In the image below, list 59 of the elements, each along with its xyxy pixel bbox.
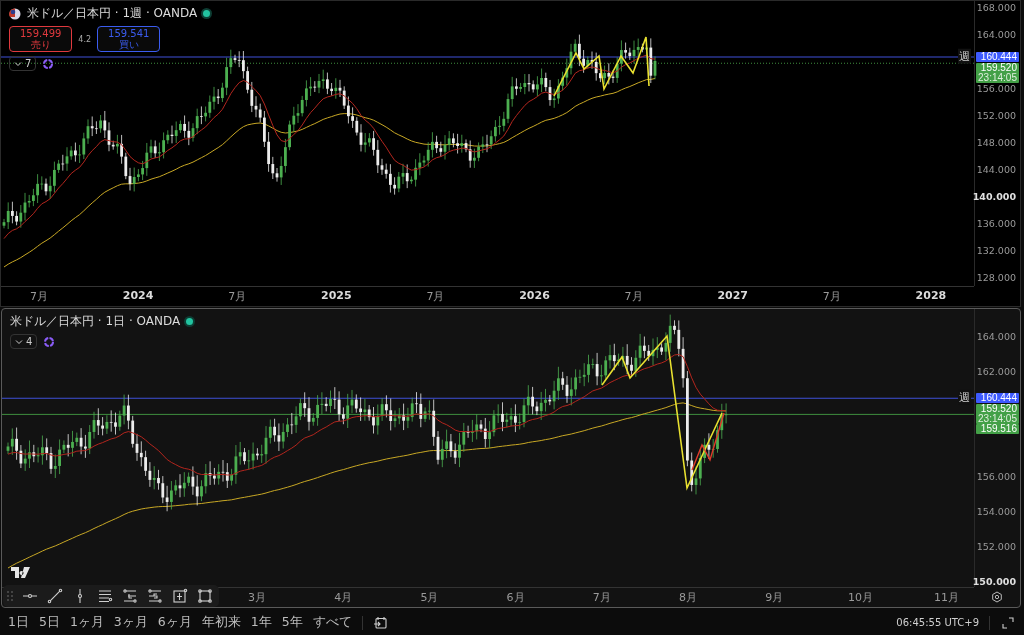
indicators-toggle[interactable]: 4 (10, 334, 38, 349)
time-label: 9月 (765, 590, 784, 605)
time-label: 7月 (822, 289, 841, 304)
price-tick: 144.000 (976, 163, 1016, 175)
range-button[interactable]: 5年 (281, 614, 303, 631)
indicators-toggle[interactable]: 7 (9, 56, 37, 71)
time-label: 7月 (624, 289, 643, 304)
range-button[interactable]: 1年 (250, 614, 272, 631)
time-label: 2024 (122, 289, 154, 302)
clock-text: 06:45:55 UTC+9 (896, 617, 979, 628)
price-tick: 164.000 (976, 28, 1016, 40)
price-tick: 168.000 (976, 1, 1016, 13)
time-label: 2026 (519, 289, 550, 302)
range-button[interactable]: 6ヶ月 (157, 614, 192, 631)
time-label: 5月 (420, 590, 439, 605)
last-price-badge: 159.520 23:14:05 (976, 63, 1019, 83)
price-tick: 156.000 (976, 470, 1016, 482)
bid-price-badge: 159.516 (976, 424, 1019, 435)
price-tick: 152.000 (976, 109, 1016, 121)
price-tick: 128.000 (976, 271, 1016, 283)
time-label: 10月 (847, 590, 873, 605)
price-tick: 164.000 (976, 330, 1016, 342)
time-label: 7月 (30, 289, 48, 304)
time-label: 2027 (717, 289, 748, 302)
alert-price-badge: 160.444 (976, 393, 1019, 404)
time-label: 2028 (915, 289, 947, 302)
price-tick: 152.000 (976, 540, 1016, 552)
line-tag: 週 (958, 48, 971, 64)
alert-price-badge: 160.444 (976, 52, 1019, 62)
time-label: 3月 (248, 590, 266, 605)
range-button[interactable]: すべて (312, 614, 352, 631)
price-tick: 162.000 (976, 365, 1016, 377)
price-tick: 132.000 (976, 244, 1016, 256)
buy-button[interactable]: 159.541 買い (97, 26, 161, 52)
price-tick: 154.000 (976, 505, 1016, 517)
range-button[interactable]: 1ヶ月 (69, 614, 104, 631)
range-button[interactable]: 1日 (8, 614, 29, 631)
chart-title: 米ドル／日本円 · 1週 · OANDA (27, 5, 198, 22)
line-tag: 週 (958, 389, 971, 405)
price-tick: 136.000 (976, 217, 1016, 229)
last-price-badge: 159.520 23:14:05 (976, 404, 1019, 425)
time-label: 8月 (679, 590, 697, 605)
range-button[interactable]: 年初来 (201, 614, 241, 631)
range-button[interactable]: 3ヶ月 (113, 614, 148, 631)
time-label: 4月 (334, 590, 353, 605)
time-label: 7月 (228, 289, 247, 304)
time-label: 11月 (934, 590, 960, 605)
chart-title: 米ドル／日本円 · 1日 · OANDA (10, 313, 181, 330)
price-tick: 148.000 (976, 136, 1016, 148)
range-button[interactable]: 5日 (38, 614, 60, 631)
price-tick: 140.000 (972, 190, 1016, 202)
spread-value: 4.2 (78, 34, 92, 44)
time-label: 7月 (592, 590, 611, 605)
time-label: 2025 (321, 289, 352, 302)
price-tick: 156.000 (976, 82, 1016, 94)
time-label: 7月 (426, 289, 445, 304)
time-label: 6月 (506, 590, 525, 605)
price-tick: 150.000 (972, 575, 1016, 587)
sell-button[interactable]: 159.499 売り (9, 26, 73, 52)
